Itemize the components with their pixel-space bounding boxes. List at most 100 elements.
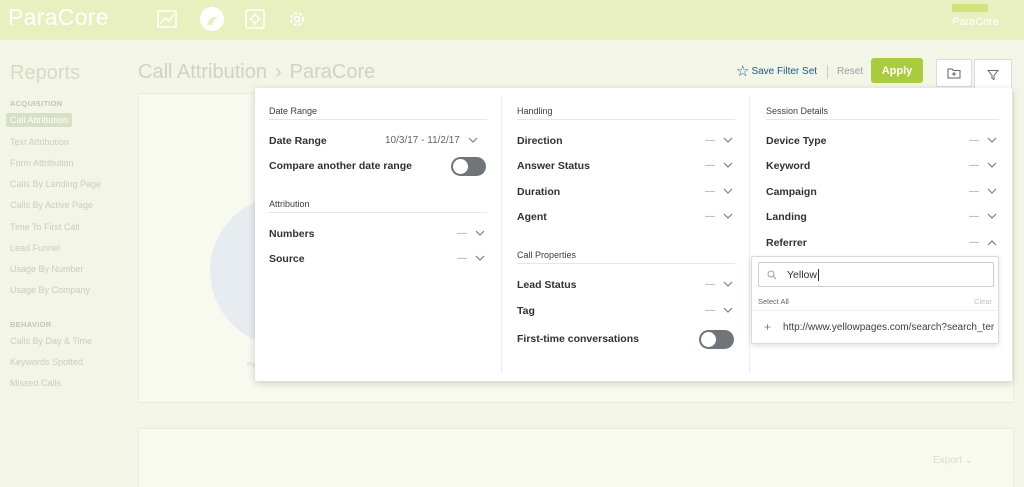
- device-type-filter-value: —: [969, 135, 979, 146]
- select-all-link[interactable]: Select All: [758, 297, 789, 306]
- direction-filter-label: Direction: [517, 135, 563, 147]
- keyword-filter-dropdown[interactable]: —: [969, 160, 997, 171]
- sidebar: Reports ACQUISITION Call Attribution Tex…: [0, 40, 130, 487]
- sidebar-item-usage-by-company[interactable]: Usage By Company: [10, 285, 90, 295]
- numbers-filter-label: Numbers: [269, 228, 315, 240]
- landing-filter-label: Landing: [766, 211, 807, 223]
- chart-icon[interactable]: [156, 8, 178, 30]
- keyword-filter-value: —: [969, 160, 979, 171]
- section-heading-date-range: Date Range: [269, 106, 318, 116]
- chevron-down-icon: [475, 230, 485, 236]
- toggle-knob: [701, 332, 716, 347]
- direction-filter-value: —: [705, 135, 715, 146]
- sidebar-item-lead-funnel[interactable]: Lead Funnel: [10, 243, 60, 253]
- chevron-down-icon: [723, 137, 733, 143]
- direction-filter-dropdown[interactable]: —: [705, 135, 733, 146]
- campaign-filter-dropdown[interactable]: —: [969, 186, 997, 197]
- section-heading-attribution: Attribution: [269, 199, 310, 209]
- reset-button[interactable]: Reset: [837, 66, 863, 77]
- sidebar-item-calls-by-landing-page[interactable]: Calls By Landing Page: [10, 179, 101, 189]
- star-icon: ☆: [736, 63, 750, 80]
- paracore-logo-icon[interactable]: [199, 6, 225, 32]
- lead-status-filter-dropdown[interactable]: —: [705, 279, 733, 290]
- section-label-acquisition: ACQUISITION: [10, 99, 63, 108]
- chevron-down-icon: [723, 213, 733, 219]
- first-time-conversations-toggle[interactable]: [699, 330, 734, 349]
- chevron-down-icon: [723, 162, 733, 168]
- agent-filter-dropdown[interactable]: —: [705, 211, 733, 222]
- chevron-down-icon: ⌄: [964, 455, 974, 466]
- chevron-up-icon: [987, 240, 997, 246]
- account-name[interactable]: ParaCore: [952, 16, 999, 28]
- referrer-filter-value: —: [969, 237, 979, 248]
- answer-status-filter-dropdown[interactable]: —: [705, 160, 733, 171]
- sidebar-item-usage-by-number[interactable]: Usage By Number: [10, 264, 84, 274]
- source-filter-dropdown[interactable]: —: [457, 253, 485, 264]
- chevron-down-icon: [723, 188, 733, 194]
- page-title: Call Attribution › ParaCore: [138, 61, 375, 84]
- referrer-filter-label: Referrer: [766, 237, 807, 249]
- device-type-filter-label: Device Type: [766, 135, 827, 147]
- sidebar-item-form-attribution[interactable]: Form Attribution: [10, 158, 74, 168]
- section-underline: [517, 263, 735, 264]
- sidebar-item-time-to-first-call[interactable]: Time To First Call: [10, 222, 80, 232]
- sidebar-item-missed-calls[interactable]: Missed Calls: [10, 378, 61, 388]
- apply-button[interactable]: Apply: [871, 58, 923, 83]
- referrer-option-label: http://www.yellowpages.com/search?search…: [783, 321, 994, 333]
- numbers-filter-value: —: [457, 228, 467, 239]
- chevron-down-icon: [723, 307, 733, 313]
- sidebar-item-calls-by-day-time[interactable]: Calls By Day & Time: [10, 336, 92, 346]
- clear-link[interactable]: Clear: [974, 297, 992, 306]
- save-filter-set-button[interactable]: ☆ Save Filter Set: [736, 64, 817, 79]
- source-filter-label: Source: [269, 253, 305, 265]
- landing-filter-value: —: [969, 211, 979, 222]
- filter-funnel-icon: [987, 69, 999, 80]
- saved-filters-button[interactable]: [936, 59, 972, 87]
- toggle-knob: [453, 159, 468, 174]
- account-badge: [952, 4, 988, 12]
- date-range-picker[interactable]: 10/3/17 - 11/2/17: [385, 135, 478, 146]
- export-button[interactable]: Export ⌄: [933, 455, 973, 466]
- keyword-filter-label: Keyword: [766, 160, 811, 172]
- answer-status-filter-value: —: [705, 160, 715, 171]
- section-heading-handling: Handling: [517, 106, 553, 116]
- breadcrumb-separator: ›: [274, 61, 282, 83]
- page-subtitle: ParaCore: [289, 61, 376, 83]
- sidebar-item-call-attribution[interactable]: Call Attribution: [6, 113, 73, 127]
- dropdown-divider: [752, 310, 998, 311]
- referrer-option[interactable]: + http://www.yellowpages.com/search?sear…: [764, 320, 994, 334]
- table-card-background: [138, 428, 1014, 487]
- sidebar-item-keywords-spotted[interactable]: Keywords Spotted: [10, 357, 83, 367]
- folder-icon: [947, 68, 961, 79]
- chevron-down-icon: [987, 137, 997, 143]
- duration-filter-dropdown[interactable]: —: [705, 186, 733, 197]
- chevron-down-icon: [987, 162, 997, 168]
- chevron-down-icon: [987, 213, 997, 219]
- first-time-conversations-label: First-time conversations: [517, 333, 639, 345]
- sidebar-title: Reports: [10, 62, 81, 84]
- device-type-filter-dropdown[interactable]: —: [969, 135, 997, 146]
- tag-filter-dropdown[interactable]: —: [705, 305, 733, 316]
- export-label: Export: [933, 455, 962, 466]
- numbers-filter-dropdown[interactable]: —: [457, 228, 485, 239]
- app-logo[interactable]: ParaCore: [8, 4, 109, 31]
- filter-toggle-button[interactable]: [974, 59, 1012, 89]
- sidebar-item-text-attribution[interactable]: Text Attribution: [10, 137, 69, 147]
- sidebar-item-calls-by-active-page[interactable]: Calls By Active Page: [10, 200, 93, 210]
- text-caret: [817, 268, 819, 281]
- gear-icon[interactable]: [286, 8, 308, 30]
- compare-date-range-toggle[interactable]: [451, 157, 486, 176]
- landing-filter-dropdown[interactable]: —: [969, 211, 997, 222]
- section-underline: [517, 119, 735, 120]
- chevron-down-icon: [987, 188, 997, 194]
- section-heading-session-details: Session Details: [766, 106, 829, 116]
- referrer-search-input[interactable]: Yellow: [758, 262, 994, 287]
- save-filter-set-label: Save Filter Set: [751, 66, 818, 77]
- referrer-search-value: Yellow: [787, 268, 817, 281]
- header-divider: [827, 65, 828, 79]
- referrer-filter-dropdown[interactable]: —: [969, 237, 997, 248]
- settings-gear-square-icon[interactable]: [244, 8, 266, 30]
- tag-filter-value: —: [705, 305, 715, 316]
- chevron-down-icon: [723, 281, 733, 287]
- campaign-filter-value: —: [969, 186, 979, 197]
